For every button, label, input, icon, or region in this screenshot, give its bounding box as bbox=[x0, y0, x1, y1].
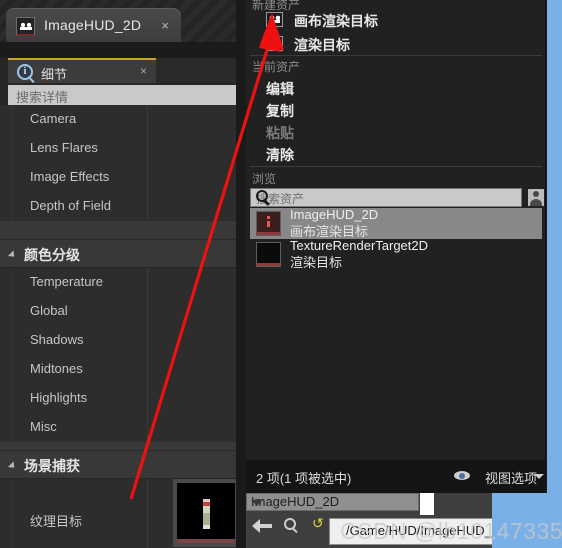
watermark: CSDN @lb1014733548 bbox=[340, 518, 562, 544]
scrollbar-thumb[interactable] bbox=[420, 493, 434, 515]
category-header-color-grading[interactable]: 颜色分级 bbox=[0, 239, 246, 268]
asset-list-item-imagehud2d[interactable]: ImageHUD_2D 画布渲染目标 bbox=[250, 207, 542, 239]
canvas-render-target-thumb bbox=[256, 211, 281, 236]
document-tab-label: ImageHUD_2D bbox=[44, 17, 142, 33]
pane-divider[interactable] bbox=[236, 0, 246, 548]
property-row-midtones[interactable]: Midtones bbox=[0, 355, 246, 384]
eye-icon bbox=[454, 471, 470, 480]
property-label: Misc bbox=[30, 419, 57, 434]
tabstrip-shadow bbox=[0, 45, 246, 58]
menu-item-canvas-render-target[interactable]: 画布渲染目标 bbox=[246, 8, 546, 31]
asset-combo-box[interactable]: ImageHUD_2D bbox=[246, 493, 419, 511]
property-label: 纹理目标 bbox=[30, 514, 83, 529]
property-label: Depth of Field bbox=[30, 198, 111, 213]
render-target-icon bbox=[266, 36, 283, 51]
property-label: Shadows bbox=[30, 332, 84, 347]
chevron-down-icon[interactable] bbox=[251, 500, 263, 506]
section-label-current-asset: 当前资产 bbox=[252, 60, 301, 74]
render-target-icon bbox=[16, 17, 35, 36]
close-icon[interactable]: × bbox=[161, 19, 169, 32]
document-tab-strip: ImageHUD_2D × bbox=[0, 0, 246, 45]
property-row-shadows[interactable]: Shadows bbox=[0, 326, 246, 355]
asset-picker-footer: 2 项(1 项被选中) 视图选项 bbox=[246, 460, 546, 493]
magnifier-icon[interactable] bbox=[284, 518, 296, 530]
back-arrow-icon[interactable] bbox=[252, 519, 272, 533]
asset-list: ImageHUD_2D 画布渲染目标 TextureRenderTarget2D… bbox=[250, 207, 542, 270]
property-row-depth-of-field[interactable]: Depth of Field bbox=[0, 192, 246, 221]
undo-icon[interactable]: ↺ bbox=[312, 517, 326, 531]
render-target-icon bbox=[266, 12, 283, 27]
property-label: Camera bbox=[30, 111, 77, 126]
menu-item-render-target[interactable]: 渲染目标 bbox=[246, 32, 546, 55]
asset-name: ImageHUD_2D bbox=[290, 207, 379, 222]
texture-target-thumbnail[interactable] bbox=[173, 479, 239, 547]
menu-item-copy[interactable]: 复制 bbox=[246, 98, 546, 121]
menu-item-label: 复制 bbox=[266, 103, 294, 119]
asset-name: TextureRenderTarget2D bbox=[290, 238, 429, 253]
chevron-down-icon[interactable] bbox=[534, 474, 544, 479]
app-root: ImageHUD_2D × i 细节 × 搜索详情 Camera Lens Fl… bbox=[0, 0, 562, 548]
thumbnail-footer-bar bbox=[177, 539, 235, 543]
menu-item-label: 清除 bbox=[266, 147, 294, 163]
property-label: Global bbox=[30, 303, 68, 318]
group-spacer bbox=[0, 221, 246, 239]
category-label: 颜色分级 bbox=[24, 247, 80, 263]
menu-item-clear[interactable]: 清除 bbox=[246, 142, 546, 165]
property-row-highlights[interactable]: Highlights bbox=[0, 384, 246, 413]
property-label: Image Effects bbox=[30, 169, 110, 184]
character-figure bbox=[203, 499, 210, 529]
document-tab-imagehud2d[interactable]: ImageHUD_2D × bbox=[6, 8, 181, 45]
editor-left-pane: ImageHUD_2D × i 细节 × 搜索详情 Camera Lens Fl… bbox=[0, 0, 246, 548]
menu-separator bbox=[250, 55, 542, 56]
asset-combo-value: ImageHUD_2D bbox=[251, 494, 340, 509]
close-icon[interactable]: × bbox=[140, 64, 147, 78]
property-row-lens-flares[interactable]: Lens Flares bbox=[0, 134, 246, 163]
magnifier-icon[interactable] bbox=[256, 190, 268, 202]
property-label: Highlights bbox=[30, 390, 88, 405]
property-row-image-effects[interactable]: Image Effects bbox=[0, 163, 246, 192]
property-row-global[interactable]: Global bbox=[0, 297, 246, 326]
viewport-blue-strip bbox=[547, 0, 562, 548]
category-label: 场景捕获 bbox=[24, 458, 80, 474]
person-icon[interactable] bbox=[528, 189, 544, 206]
info-icon: i bbox=[17, 64, 33, 80]
chevron-down-icon bbox=[7, 250, 18, 260]
property-label: Lens Flares bbox=[30, 140, 98, 155]
property-row-temperature[interactable]: Temperature bbox=[0, 268, 246, 297]
chevron-down-icon bbox=[7, 461, 18, 471]
asset-list-item-texturerendertarget2d[interactable]: TextureRenderTarget2D 渲染目标 bbox=[250, 238, 542, 270]
details-tabbar-bg bbox=[156, 58, 246, 83]
asset-type: 渲染目标 bbox=[290, 255, 343, 270]
property-row-misc[interactable]: Misc bbox=[0, 413, 246, 442]
tab-details-label: 细节 bbox=[41, 67, 68, 82]
menu-item-edit[interactable]: 编辑 bbox=[246, 76, 546, 99]
property-label: Midtones bbox=[30, 361, 83, 376]
section-label-browse: 浏览 bbox=[252, 172, 277, 186]
property-label: Temperature bbox=[30, 274, 103, 289]
details-search-placeholder: 搜索详情 bbox=[16, 90, 69, 105]
category-header-scene-capture[interactable]: 场景捕获 bbox=[0, 450, 246, 479]
selection-count-label: 2 项(1 项被选中) bbox=[256, 471, 352, 486]
details-search-input[interactable]: 搜索详情 bbox=[8, 85, 246, 105]
menu-item-label: 编辑 bbox=[266, 81, 294, 97]
property-row-camera[interactable]: Camera bbox=[0, 105, 246, 134]
render-target-thumb bbox=[256, 242, 281, 267]
menu-item-label: 粘贴 bbox=[266, 125, 294, 141]
menu-item-label: 画布渲染目标 bbox=[294, 13, 378, 29]
thumbnail-image bbox=[177, 483, 235, 543]
menu-separator bbox=[250, 166, 542, 167]
menu-item-paste: 粘贴 bbox=[246, 120, 546, 143]
tab-details[interactable]: i 细节 × bbox=[8, 58, 156, 83]
menu-item-label: 渲染目标 bbox=[294, 37, 350, 53]
view-options-button[interactable]: 视图选项 bbox=[485, 468, 537, 487]
asset-search-input[interactable]: 搜索资产 bbox=[250, 188, 522, 207]
